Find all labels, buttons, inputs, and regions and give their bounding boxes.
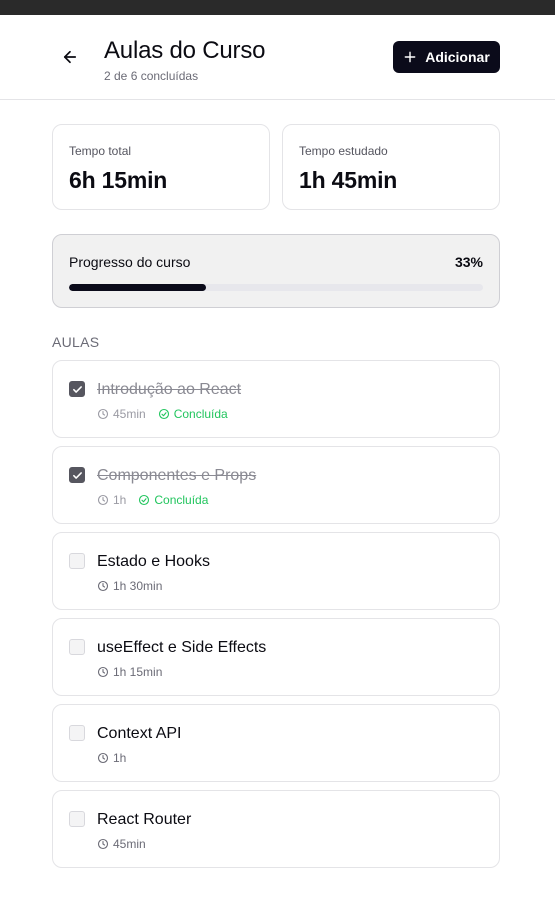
studied-time-label: Tempo estudado xyxy=(299,144,388,158)
check-circle-icon xyxy=(138,494,150,506)
progress-percent: 33% xyxy=(454,254,483,270)
lesson-status-label: Concluída xyxy=(154,493,209,507)
page-title: Aulas do Curso xyxy=(104,37,266,64)
studied-time-value: 1h 45min xyxy=(299,167,398,193)
clock-icon xyxy=(97,838,109,850)
course-progress-card: Progresso do curso 33% xyxy=(52,234,500,308)
lesson-title: Componentes e Props xyxy=(97,467,257,484)
plus-icon xyxy=(403,50,417,64)
lesson-duration: 45min xyxy=(113,837,146,851)
progress-bar-fill xyxy=(69,284,206,291)
total-time-card: Tempo total 6h 15min xyxy=(52,124,270,210)
back-button[interactable] xyxy=(58,45,82,69)
lesson-meta: 1h 30min xyxy=(97,579,162,593)
page-header: Aulas do Curso 2 de 6 concluídas Adicion… xyxy=(0,15,555,100)
lesson-item[interactable]: React Router 45min xyxy=(52,790,500,868)
add-lesson-button[interactable]: Adicionar xyxy=(393,41,500,73)
clock-icon xyxy=(97,580,109,592)
total-time-label: Tempo total xyxy=(69,144,132,158)
clock-icon xyxy=(97,494,109,506)
lesson-meta: 45min xyxy=(97,837,146,851)
lesson-duration: 45min xyxy=(113,407,146,421)
lesson-duration: 1h 15min xyxy=(113,665,163,679)
lesson-title: useEffect e Side Effects xyxy=(97,639,267,656)
lesson-status: Concluída xyxy=(138,493,208,507)
add-lesson-label: Adicionar xyxy=(425,49,490,65)
lesson-duration: 1h xyxy=(113,751,127,765)
check-icon xyxy=(72,470,83,481)
progress-label: Progresso do curso xyxy=(69,254,191,270)
lesson-item[interactable]: Introdução ao React 45min Concluída xyxy=(52,360,500,438)
clock-icon xyxy=(97,408,109,420)
lesson-checkbox[interactable] xyxy=(69,553,85,569)
lesson-duration: 1h 30min xyxy=(113,579,163,593)
check-icon xyxy=(72,384,83,395)
total-time-value: 6h 15min xyxy=(69,167,168,193)
lesson-checkbox[interactable] xyxy=(69,725,85,741)
lesson-checkbox[interactable] xyxy=(69,467,85,483)
lesson-title: Estado e Hooks xyxy=(97,553,210,570)
lesson-checkbox[interactable] xyxy=(69,381,85,397)
lesson-item[interactable]: Componentes e Props 1h Concluída xyxy=(52,446,500,524)
check-circle-icon xyxy=(158,408,170,420)
lesson-item[interactable]: Context API 1h xyxy=(52,704,500,782)
lesson-status: Concluída xyxy=(158,407,228,421)
lesson-meta: 45min Concluída xyxy=(97,407,228,421)
window-top-bar xyxy=(0,0,555,15)
progress-bar xyxy=(69,284,483,291)
arrow-left-icon xyxy=(61,48,79,66)
clock-icon xyxy=(97,752,109,764)
lesson-status-label: Concluída xyxy=(173,407,228,421)
lesson-title: React Router xyxy=(97,811,192,828)
lesson-title: Context API xyxy=(97,725,182,742)
lesson-meta: 1h Concluída xyxy=(97,493,208,507)
lesson-meta: 1h xyxy=(97,751,126,765)
clock-icon xyxy=(97,666,109,678)
completion-summary: 2 de 6 concluídas xyxy=(104,69,199,83)
studied-time-card: Tempo estudado 1h 45min xyxy=(282,124,500,210)
lesson-meta: 1h 15min xyxy=(97,665,162,679)
lesson-item[interactable]: Estado e Hooks 1h 30min xyxy=(52,532,500,610)
lessons-section-title: AULAS xyxy=(52,334,100,350)
lesson-checkbox[interactable] xyxy=(69,811,85,827)
lesson-item[interactable]: useEffect e Side Effects 1h 15min xyxy=(52,618,500,696)
lesson-duration: 1h xyxy=(113,493,127,507)
lesson-title: Introdução ao React xyxy=(97,381,242,398)
lesson-checkbox[interactable] xyxy=(69,639,85,655)
